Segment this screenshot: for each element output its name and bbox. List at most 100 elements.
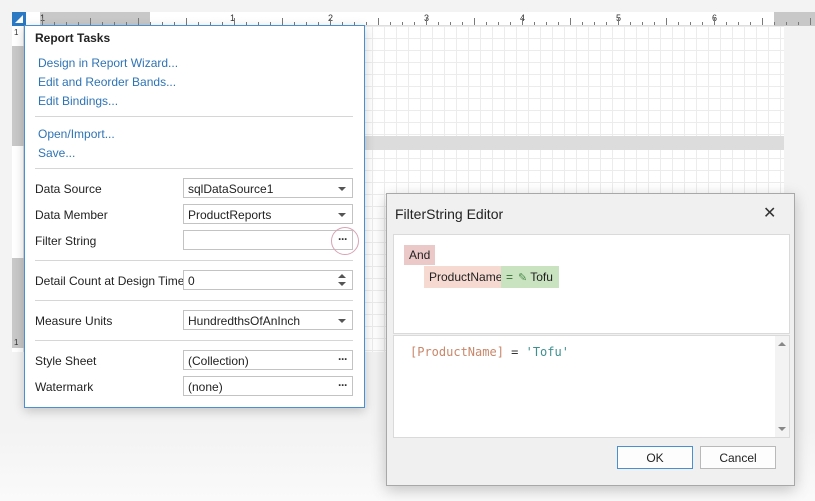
ruler-tick [630,22,631,25]
ruler-tick [534,22,535,25]
edit-bindings-link[interactable]: Edit Bindings... [38,94,118,108]
ruler-tick [438,22,439,25]
report-tasks-panel: Report Tasks Design in Report Wizard... … [24,25,365,408]
detail-count-spinner[interactable]: 0 [183,270,353,290]
dialog-title: FilterString Editor [395,206,504,222]
filter-string-label: Filter String [35,234,97,248]
highlight-circle [331,227,359,255]
design-in-report-wizard-link[interactable]: Design in Report Wizard... [38,56,178,70]
data-member-label: Data Member [35,208,108,222]
scroll-down-icon[interactable] [778,427,786,431]
vertical-ruler: 1 1 [12,26,24,352]
watermark-field[interactable]: (none) ··· [183,376,353,396]
ruler-tick [654,22,655,25]
expression-text: [ProductName] = 'Tofu' [410,345,569,359]
ruler-tick [690,22,691,25]
chevron-down-icon [338,319,346,323]
field-token[interactable]: ProductName [424,266,508,288]
ruler-tick [774,22,775,25]
ruler-tick [810,18,811,25]
ruler-tick [750,22,751,25]
horizontal-ruler: 1 1 2 3 4 5 6 [12,12,815,26]
style-sheet-label: Style Sheet [35,354,97,368]
ruler-tick [234,18,235,25]
ellipsis-button[interactable]: ··· [338,378,348,392]
close-icon[interactable]: ✕ [763,203,776,223]
spin-up-icon[interactable] [338,274,346,278]
ruler-tick [714,18,715,25]
ruler-tick [498,22,499,25]
watermark-value: (none) [188,380,223,394]
value-token[interactable]: ✎ Tofu [514,266,559,288]
ruler-tick [414,22,415,25]
data-source-value: sqlDataSource1 [188,182,274,196]
divider [35,340,353,341]
filter-tree-editor[interactable]: And ProductName = ✎ Tofu [393,234,790,334]
ruler-tick [726,22,727,25]
ruler-tick [282,18,283,25]
ruler-tick [522,18,523,25]
ruler-tick [606,22,607,25]
ruler-tick [366,22,367,25]
detail-count-label: Detail Count at Design Time [35,274,185,288]
ruler-tick [738,22,739,25]
ellipsis-button[interactable]: ··· [338,352,348,366]
ruler-tick [798,22,799,25]
ruler-tick [330,18,331,25]
report-smart-tag-button[interactable] [12,12,26,26]
open-import-link[interactable]: Open/Import... [38,127,115,141]
filterstring-editor-dialog: FilterString Editor ✕ And ProductName = … [386,193,795,486]
cancel-button[interactable]: Cancel [700,446,776,469]
ruler-tick [594,22,595,25]
filter-string-field[interactable]: ··· [183,230,353,250]
ruler-tick [618,18,619,25]
divider [35,168,353,169]
ok-button[interactable]: OK [617,446,693,469]
ruler-tick [426,18,427,25]
style-sheet-field[interactable]: (Collection) ··· [183,350,353,370]
value-token-text: Tofu [530,270,553,284]
ruler-tick [786,22,787,25]
ruler-tick [42,18,43,25]
expression-text-editor[interactable]: [ProductName] = 'Tofu' [393,335,790,438]
group-operator-token[interactable]: And [404,245,436,265]
ruler-tick [390,22,391,25]
data-source-dropdown[interactable]: sqlDataSource1 [183,178,353,198]
ruler-tick [402,22,403,25]
expression-operator: = [503,345,526,359]
style-sheet-value: (Collection) [188,354,249,368]
ruler-tick [546,22,547,25]
vertical-scrollbar[interactable] [775,336,789,437]
data-member-value: ProductReports [188,208,272,222]
ruler-tick [186,18,187,25]
ruler-tick [678,22,679,25]
detail-count-value: 0 [188,274,195,288]
ruler-tick [138,18,139,25]
save-link[interactable]: Save... [38,146,75,160]
ruler-number: 1 [14,338,19,347]
measure-units-dropdown[interactable]: HundredthsOfAnInch [183,310,353,330]
pencil-icon: ✎ [518,272,528,284]
edit-reorder-bands-link[interactable]: Edit and Reorder Bands... [38,75,176,89]
data-member-dropdown[interactable]: ProductReports [183,204,353,224]
chevron-down-icon [338,187,346,191]
ruler-tick [510,22,511,25]
panel-title: Report Tasks [35,31,111,45]
measure-units-label: Measure Units [35,314,113,328]
data-source-label: Data Source [35,182,102,196]
ruler-tick [702,22,703,25]
ruler-tick [642,22,643,25]
divider [35,260,353,261]
ruler-tick [558,22,559,25]
ruler-number: 1 [14,28,19,37]
ruler-tick [378,18,379,25]
ruler-tick [450,22,451,25]
divider [35,300,353,301]
spin-down-icon[interactable] [338,282,346,286]
ruler-tick [486,22,487,25]
chevron-down-icon [338,213,346,217]
scroll-up-icon[interactable] [778,342,786,346]
measure-units-value: HundredthsOfAnInch [188,314,301,328]
expression-field: [ProductName] [410,345,504,359]
ruler-tick [582,22,583,25]
